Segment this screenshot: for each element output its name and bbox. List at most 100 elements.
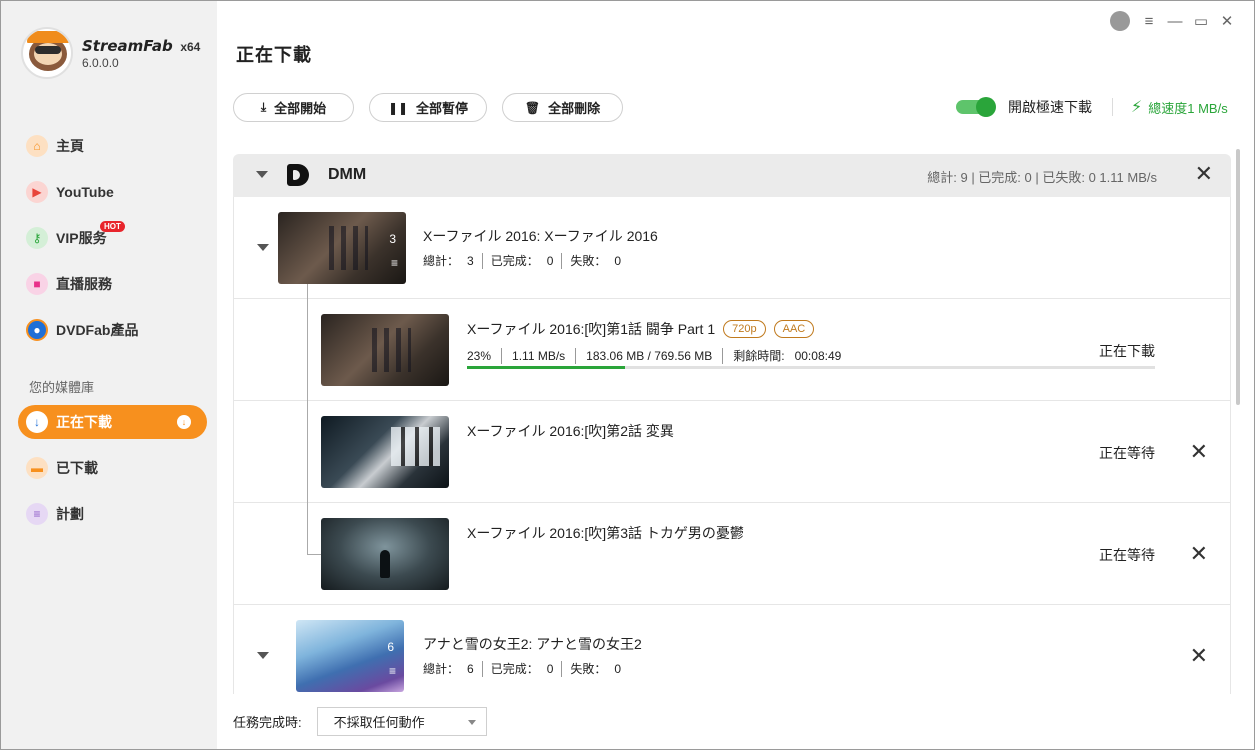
episode-row: Xーファイル 2016:[吹]第1話 闘争 Part 1 720p AAC 23… bbox=[234, 299, 1230, 401]
on-complete-value: 不採取任何動作 bbox=[333, 715, 425, 730]
collapse-group-chevron-icon[interactable] bbox=[256, 171, 268, 178]
series-row: 6 ≡ アナと雪の女王2: アナと雪の女王2 總計： 6 已完成： 0 失敗： 0 ✕ bbox=[234, 605, 1230, 694]
sidebar-item-downloading[interactable]: ↓ 正在下載 ↓ bbox=[18, 405, 207, 439]
sidebar-item-schedule[interactable]: ≡ 計劃 bbox=[18, 497, 207, 531]
app-version: 6.0.0.0 bbox=[82, 55, 119, 70]
youtube-icon: ▶ bbox=[26, 181, 48, 203]
sidebar-item-label: 直播服務 bbox=[56, 276, 112, 292]
series-title: Xーファイル 2016: Xーファイル 2016 bbox=[423, 228, 658, 244]
series-stats: 總計： 6 已完成： 0 失敗： 0 bbox=[423, 660, 621, 677]
series-title: アナと雪の女王2: アナと雪の女王2 bbox=[423, 636, 642, 652]
total-label: 總計： bbox=[423, 662, 460, 676]
on-complete-select[interactable]: 不採取任何動作 bbox=[316, 707, 487, 736]
group-header: DMM 總計: 9 | 已完成: 0 | 已失敗: 0 1.11 MB/s ✕ bbox=[233, 154, 1231, 197]
divider bbox=[1112, 98, 1113, 116]
chevron-down-icon bbox=[467, 720, 476, 725]
sidebar-item-vip[interactable]: ⚷ VIP服务 HOT bbox=[18, 221, 207, 255]
scrollbar[interactable] bbox=[1236, 149, 1240, 405]
failed-value: 0 bbox=[614, 661, 622, 676]
time-remaining: 剩餘時間: 00:08:49 bbox=[733, 349, 842, 363]
playlist-icon: ≡ bbox=[390, 256, 398, 270]
sidebar-item-home[interactable]: ⌂ 主頁 bbox=[18, 129, 207, 163]
trash-icon: 🗑 bbox=[524, 100, 541, 115]
sidebar-item-label: 已下載 bbox=[56, 460, 98, 476]
pause-all-label: 全部暫停 bbox=[416, 101, 469, 116]
episode-stats: 23% 1.11 MB/s 183.06 MB / 769.56 MB 剩餘時間… bbox=[467, 347, 841, 364]
episode-thumbnail bbox=[321, 518, 449, 590]
minimize-icon[interactable]: — bbox=[1162, 13, 1188, 30]
download-size: 183.06 MB / 769.56 MB bbox=[586, 348, 713, 363]
group-stats: 總計: 9 | 已完成: 0 | 已失敗: 0 1.11 MB/s bbox=[927, 170, 1157, 185]
sidebar: StreamFab x64 6.0.0.0 ⌂ 主頁 ▶ YouTube ⚷ V… bbox=[1, 1, 217, 749]
pause-icon: ❚❚ bbox=[387, 100, 409, 115]
brand-name: StreamFab bbox=[82, 36, 173, 55]
maximize-icon[interactable]: ▭ bbox=[1188, 12, 1214, 30]
total-speed: 總速度1 MB/s bbox=[1148, 100, 1228, 116]
progress-percent: 23% bbox=[467, 348, 492, 363]
total-label: 總計： bbox=[423, 254, 460, 268]
hot-badge: HOT bbox=[100, 221, 125, 232]
sidebar-item-dvdfab[interactable]: ● DVDFab產品 bbox=[18, 313, 207, 347]
turbo-label: 開啟極速下載 bbox=[1008, 99, 1092, 115]
sidebar-item-youtube[interactable]: ▶ YouTube bbox=[18, 175, 207, 209]
remove-series-icon[interactable]: ✕ bbox=[1190, 645, 1208, 667]
toolbar: ⤓ 全部開始 ❚❚ 全部暫停 🗑 全部刪除 bbox=[233, 93, 638, 122]
collapse-series-chevron-icon[interactable] bbox=[257, 652, 269, 659]
menu-icon[interactable]: ≡ bbox=[1136, 13, 1162, 30]
tree-branch bbox=[307, 554, 321, 555]
group-body: 3 ≡ Xーファイル 2016: Xーファイル 2016 總計： 3 已完成： 0 … bbox=[233, 197, 1231, 694]
done-value: 0 bbox=[546, 661, 554, 676]
main-nav: ⌂ 主頁 ▶ YouTube ⚷ VIP服务 HOT ■ 直播服務 ● DVDF… bbox=[18, 129, 207, 359]
episode-count: 6 bbox=[387, 640, 394, 654]
dvdfab-icon: ● bbox=[26, 319, 48, 341]
tree-line bbox=[307, 284, 308, 299]
episode-title-row: Xーファイル 2016:[吹]第1話 闘争 Part 1 720p AAC bbox=[467, 319, 815, 339]
failed-label: 失敗： bbox=[570, 254, 607, 268]
episode-title: Xーファイル 2016:[吹]第1話 闘争 Part 1 bbox=[467, 321, 716, 337]
remove-episode-icon[interactable]: ✕ bbox=[1190, 543, 1208, 565]
tree-line bbox=[307, 401, 308, 503]
sidebar-item-label: DVDFab產品 bbox=[56, 322, 139, 338]
episode-title-row: Xーファイル 2016:[吹]第2話 変異 bbox=[467, 421, 674, 441]
collapse-series-chevron-icon[interactable] bbox=[257, 244, 269, 251]
turbo-toggle[interactable] bbox=[956, 97, 996, 117]
close-group-icon[interactable]: ✕ bbox=[1195, 163, 1213, 185]
episode-thumbnail bbox=[321, 314, 449, 386]
pause-all-button[interactable]: ❚❚ 全部暫停 bbox=[369, 93, 487, 122]
theme-icon[interactable] bbox=[1110, 11, 1130, 31]
remove-episode-icon[interactable]: ✕ bbox=[1190, 441, 1208, 463]
done-label: 已完成： bbox=[490, 254, 539, 268]
downloading-badge-icon: ↓ bbox=[177, 415, 191, 429]
app-window: StreamFab x64 6.0.0.0 ⌂ 主頁 ▶ YouTube ⚷ V… bbox=[0, 0, 1255, 750]
episode-row: Xーファイル 2016:[吹]第2話 変異 正在等待 ✕ bbox=[234, 401, 1230, 503]
group-name: DMM bbox=[328, 166, 367, 183]
download-speed: 1.11 MB/s bbox=[512, 348, 566, 363]
sidebar-item-label: VIP服务 bbox=[56, 230, 107, 246]
key-icon: ⚷ bbox=[26, 227, 48, 249]
download-list: DMM 總計: 9 | 已完成: 0 | 已失敗: 0 1.11 MB/s ✕ … bbox=[233, 154, 1231, 694]
total-value: 3 bbox=[467, 253, 474, 268]
library-nav: ↓ 正在下載 ↓ ▬ 已下載 ≡ 計劃 bbox=[18, 405, 207, 543]
sidebar-item-downloaded[interactable]: ▬ 已下載 bbox=[18, 451, 207, 485]
episode-row: Xーファイル 2016:[吹]第3話 トカゲ男の憂鬱 正在等待 ✕ bbox=[234, 503, 1230, 605]
download-icon: ↓ bbox=[26, 411, 48, 433]
home-icon: ⌂ bbox=[26, 135, 48, 157]
dmm-logo-icon bbox=[287, 164, 309, 186]
failed-label: 失敗： bbox=[570, 662, 607, 676]
sidebar-item-live[interactable]: ■ 直播服務 bbox=[18, 267, 207, 301]
delete-all-button[interactable]: 🗑 全部刪除 bbox=[502, 93, 623, 122]
episode-thumbnail bbox=[321, 416, 449, 488]
tree-line bbox=[307, 299, 308, 401]
lightning-icon: ⚡ bbox=[1131, 99, 1143, 116]
done-value: 0 bbox=[546, 253, 554, 268]
start-all-button[interactable]: ⤓ 全部開始 bbox=[233, 93, 354, 122]
series-row: 3 ≡ Xーファイル 2016: Xーファイル 2016 總計： 3 已完成： 0 … bbox=[234, 197, 1230, 299]
brand-arch: x64 bbox=[180, 39, 201, 54]
playlist-icon: ≡ bbox=[388, 664, 396, 678]
sidebar-item-label: YouTube bbox=[56, 184, 114, 200]
delete-all-label: 全部刪除 bbox=[548, 101, 601, 116]
close-icon[interactable]: ✕ bbox=[1214, 12, 1240, 30]
brand: StreamFab x64 6.0.0.0 bbox=[21, 27, 200, 79]
episode-title: Xーファイル 2016:[吹]第3話 トカゲ男の憂鬱 bbox=[467, 525, 744, 541]
page-title: 正在下載 bbox=[236, 45, 312, 65]
